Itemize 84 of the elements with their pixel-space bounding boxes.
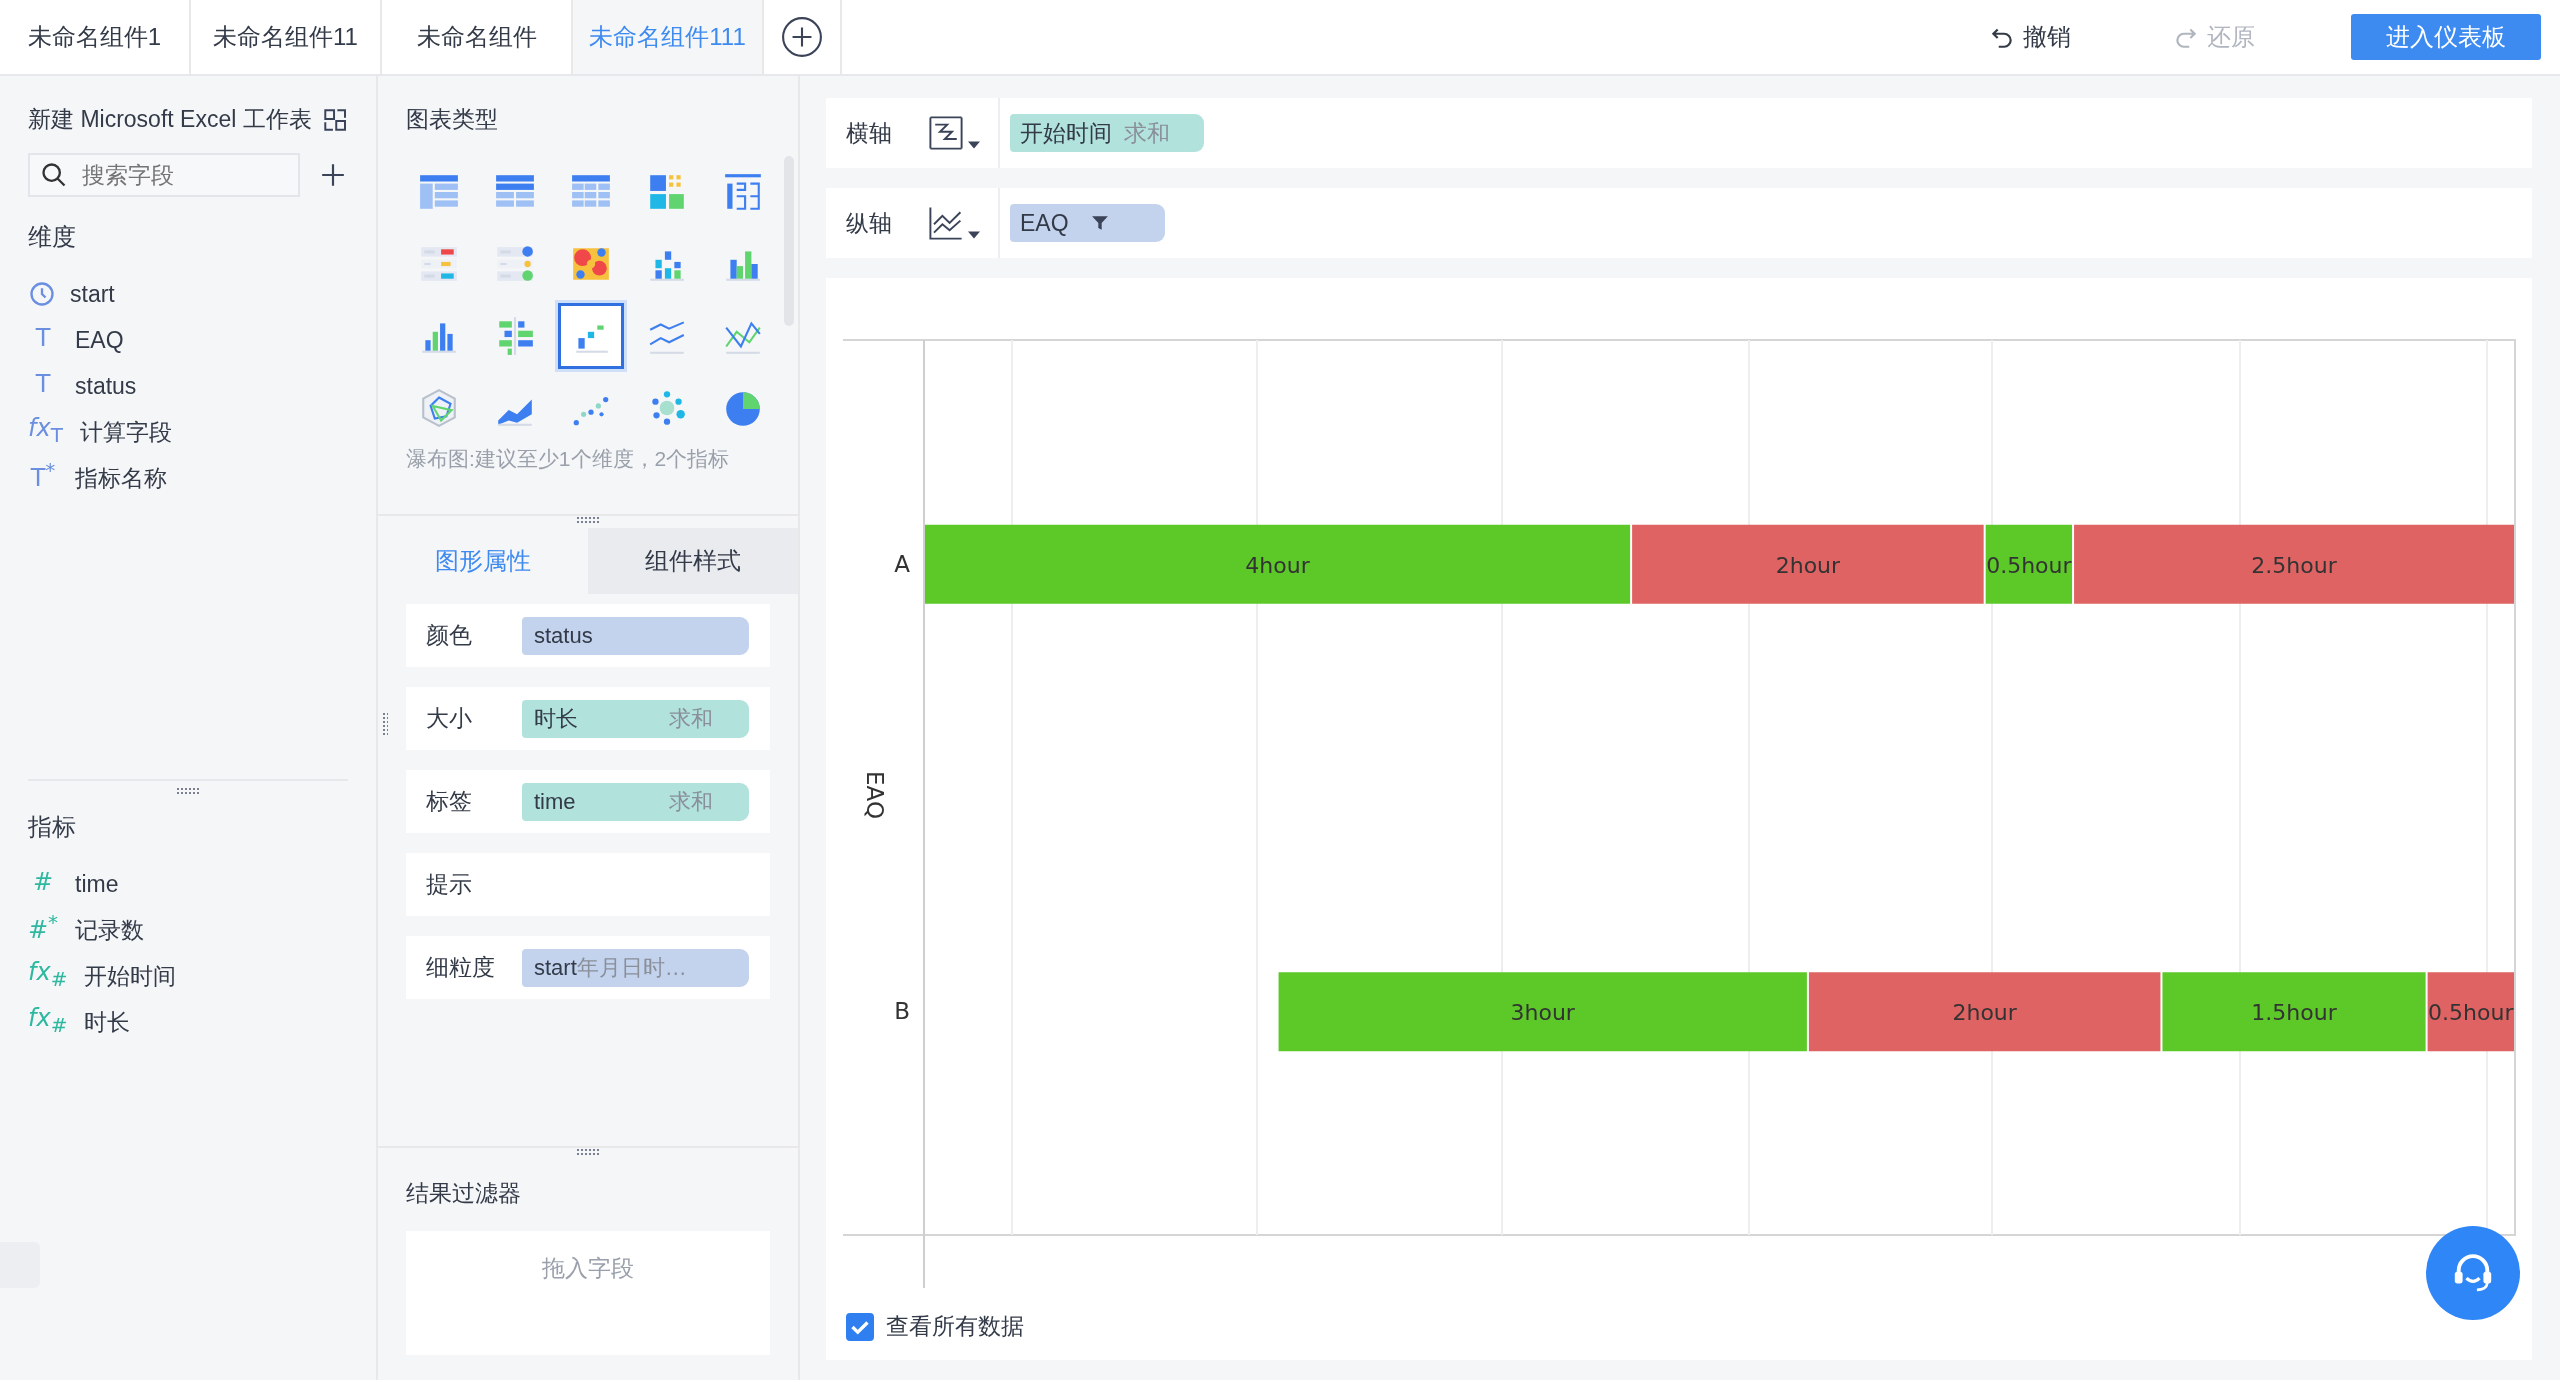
field-type-icon: T$^{*}$ bbox=[28, 454, 61, 502]
drag-handle-icon[interactable] bbox=[576, 516, 600, 524]
dimension-field[interactable]: 指标名称 bbox=[75, 462, 167, 494]
chart-type-hint: 瀑布图:建议至少1个维度，2个指标 bbox=[406, 446, 731, 472]
search-field[interactable]: 搜索字段 bbox=[28, 153, 300, 197]
dimensions-heading: 维度 bbox=[28, 222, 77, 252]
field-pill[interactable]: time 求和 bbox=[522, 782, 749, 821]
field-pill[interactable]: 时长 求和 bbox=[522, 699, 749, 738]
add-icon[interactable] bbox=[781, 16, 823, 58]
pill-field: 开始时间 bbox=[1020, 117, 1112, 149]
dimension-field[interactable]: status bbox=[75, 372, 137, 400]
component-tab[interactable]: 未命名组件11 bbox=[191, 0, 382, 74]
property-row[interactable]: 细粒度 start年月日时… bbox=[406, 936, 770, 999]
measure-field[interactable]: 时长 bbox=[84, 1006, 131, 1038]
dimension-field[interactable]: start bbox=[70, 280, 115, 308]
line-chart-icon bbox=[928, 205, 964, 241]
property-row[interactable]: 提示 bbox=[406, 853, 770, 916]
property-row[interactable]: 颜色 status bbox=[406, 604, 770, 667]
property-row[interactable]: 大小 时长 求和 bbox=[406, 687, 770, 750]
drag-handle-icon[interactable] bbox=[382, 712, 388, 736]
chart-type-heading: 图表类型 bbox=[406, 105, 499, 134]
pill-field: start bbox=[534, 954, 577, 981]
search-icon bbox=[40, 161, 68, 189]
property-row[interactable]: 标签 time 求和 bbox=[406, 770, 770, 833]
field-type-icon: T bbox=[28, 318, 61, 362]
caret-icon bbox=[968, 231, 980, 239]
field-type-icon: fx$_{T}$ bbox=[28, 409, 66, 455]
data-label: 1.5hour bbox=[2251, 1000, 2337, 1026]
drag-handle-icon[interactable] bbox=[576, 1148, 600, 1156]
field-type-icon: fx$_{#}$ bbox=[28, 953, 71, 999]
clock-icon bbox=[28, 280, 56, 308]
measure-field[interactable]: 开始时间 bbox=[84, 960, 177, 992]
component-tab[interactable]: 未命名组件1 bbox=[0, 0, 191, 74]
measure-field[interactable]: time bbox=[75, 870, 119, 898]
checkbox[interactable] bbox=[846, 1312, 874, 1341]
pill-field: EAQ bbox=[1020, 209, 1069, 237]
pill-granularity: 年月日时… bbox=[576, 953, 687, 982]
dimension-field[interactable]: 计算字段 bbox=[79, 416, 172, 448]
property-label: 标签 bbox=[426, 787, 473, 816]
dataset-title: 新建 Microsoft Excel 工作表 bbox=[28, 105, 312, 134]
result-filter-heading: 结果过滤器 bbox=[406, 1179, 522, 1208]
field-pill[interactable]: EAQ bbox=[1010, 204, 1165, 242]
data-label: 4hour bbox=[1245, 552, 1310, 578]
axis-label: 横轴 bbox=[846, 118, 893, 148]
pill-aggregation: 求和 bbox=[669, 787, 713, 816]
property-label: 细粒度 bbox=[426, 953, 496, 982]
data-label: 2.5hour bbox=[2251, 552, 2337, 578]
pill-aggregation: 求和 bbox=[1124, 118, 1170, 148]
category-label: A bbox=[894, 550, 910, 577]
data-label: 0.5hour bbox=[1986, 552, 2072, 578]
pill-field: 时长 bbox=[534, 703, 578, 734]
property-tab[interactable]: 组件样式 bbox=[588, 528, 798, 594]
property-label: 提示 bbox=[426, 870, 473, 899]
axis-label: 纵轴 bbox=[846, 208, 893, 238]
field-type-icon: # bbox=[28, 862, 61, 906]
property-label: 颜色 bbox=[426, 621, 473, 650]
drag-handle-icon[interactable] bbox=[176, 787, 200, 795]
field-pill[interactable]: 开始时间 求和 bbox=[1010, 114, 1204, 152]
field-type-icon: fx$_{#}$ bbox=[28, 999, 71, 1045]
property-label: 大小 bbox=[426, 704, 473, 733]
chart-type-option[interactable] bbox=[558, 303, 624, 369]
kpi-icon bbox=[722, 171, 764, 213]
data-label: 2hour bbox=[1775, 552, 1841, 578]
add-field-icon[interactable] bbox=[320, 162, 346, 188]
waterfall-chart-icon bbox=[928, 115, 964, 151]
checkbox-label: 查看所有数据 bbox=[886, 1312, 1024, 1341]
field-type-icon: #$^{*}$ bbox=[28, 906, 62, 954]
measure-field[interactable]: 记录数 bbox=[75, 914, 145, 946]
data-label: 0.5hour bbox=[2428, 1000, 2514, 1026]
filter-icon[interactable] bbox=[1090, 214, 1109, 232]
pill-aggregation: 求和 bbox=[669, 704, 713, 733]
axis-title: EAQ bbox=[862, 771, 888, 819]
undo-button[interactable]: 撤销 bbox=[1983, 0, 2077, 74]
dimension-field[interactable]: EAQ bbox=[75, 326, 124, 354]
pill-field: status bbox=[534, 622, 593, 649]
field-pill[interactable]: status bbox=[522, 616, 749, 655]
data-label: 2hour bbox=[1952, 1000, 2017, 1026]
measures-heading: 指标 bbox=[28, 812, 77, 842]
field-type-icon: T bbox=[28, 364, 61, 408]
caret-icon bbox=[968, 141, 980, 149]
category-label: B bbox=[894, 998, 910, 1025]
field-pill[interactable]: start年月日时… bbox=[522, 948, 749, 987]
data-label: 3hour bbox=[1510, 1000, 1575, 1026]
pill-field: time bbox=[534, 788, 576, 815]
